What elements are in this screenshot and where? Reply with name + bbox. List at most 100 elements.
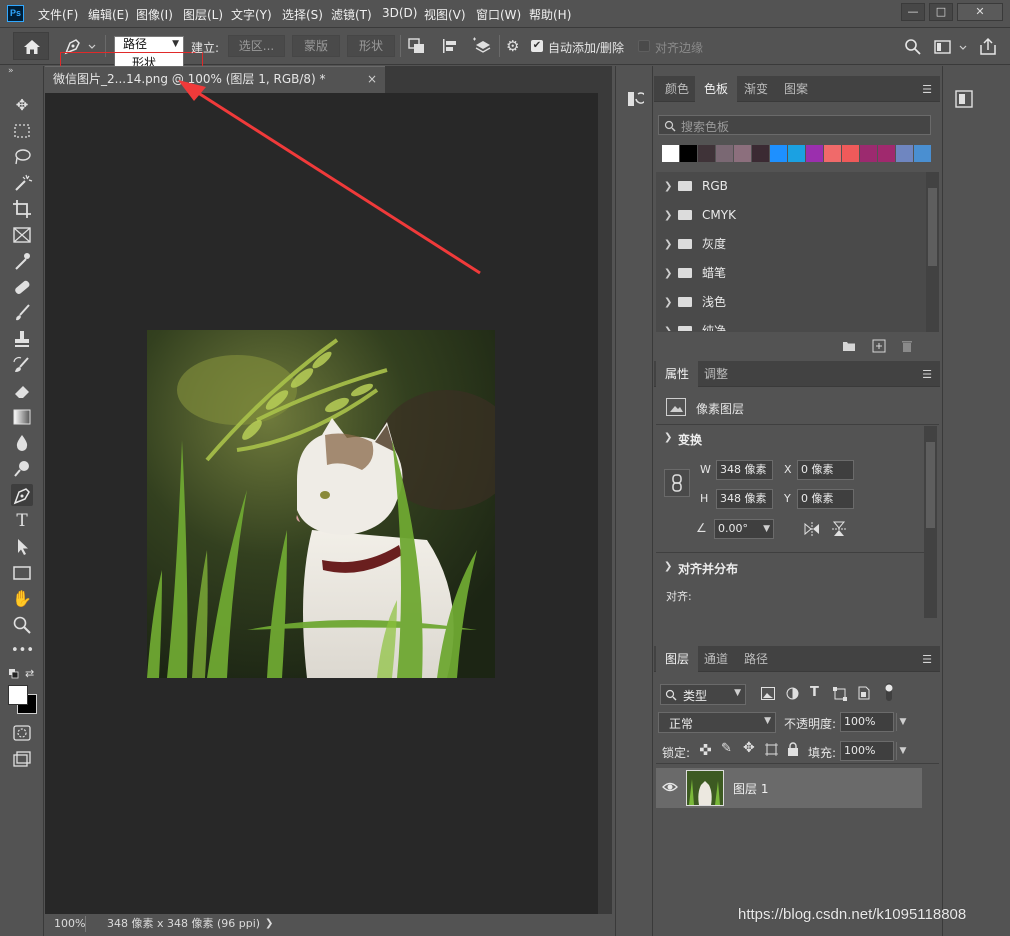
color-swatch[interactable] bbox=[752, 145, 769, 162]
chevron-down-icon[interactable]: ❯ bbox=[664, 432, 672, 443]
swatch-search-field[interactable]: 搜索色板 bbox=[658, 115, 931, 135]
menu-image[interactable]: 图像(I) bbox=[136, 6, 173, 23]
menu-type[interactable]: 文字(Y) bbox=[231, 6, 272, 23]
color-swatch[interactable] bbox=[860, 145, 877, 162]
new-swatch-icon[interactable] bbox=[872, 339, 886, 353]
color-swatch[interactable] bbox=[662, 145, 679, 162]
height-field[interactable]: 348 像素 bbox=[716, 489, 773, 509]
tab-color[interactable]: 颜色 bbox=[656, 76, 698, 102]
flip-horizontal-button[interactable] bbox=[804, 522, 820, 536]
chevron-down-icon[interactable]: ❯ bbox=[664, 561, 672, 572]
filter-smart-object-icon[interactable] bbox=[858, 686, 870, 700]
menu-filter[interactable]: 滤镜(T) bbox=[331, 6, 372, 23]
swatch-group-row[interactable]: ❯ RGB bbox=[658, 172, 924, 201]
properties-scrollbar[interactable] bbox=[924, 426, 937, 618]
path-operations-button[interactable] bbox=[408, 38, 426, 54]
panel-menu-icon[interactable]: ☰ bbox=[922, 83, 932, 96]
color-swatch[interactable] bbox=[914, 145, 931, 162]
panel-menu-icon[interactable]: ☰ bbox=[922, 368, 932, 381]
tab-gradients[interactable]: 渐变 bbox=[735, 76, 777, 102]
align-distribute-header[interactable]: 对齐并分布 bbox=[678, 560, 738, 577]
lock-pixels-icon[interactable]: ✎ bbox=[721, 741, 732, 756]
tool-mode-select[interactable]: 路径 ▼ bbox=[114, 36, 184, 53]
color-swatch[interactable] bbox=[824, 145, 841, 162]
quick-mask-icon[interactable] bbox=[11, 722, 33, 744]
layer-filter-select[interactable]: 类型 ▼ bbox=[660, 684, 746, 705]
swatch-group-row[interactable]: ❯ 蜡笔 bbox=[658, 259, 924, 288]
blend-mode-select[interactable]: 正常 ▼ bbox=[658, 712, 776, 733]
magic-wand-tool-icon[interactable] bbox=[11, 172, 33, 194]
brush-tool-icon[interactable] bbox=[11, 302, 33, 324]
auto-add-delete-checkbox[interactable]: ✔ bbox=[531, 40, 543, 52]
blur-tool-icon[interactable] bbox=[11, 432, 33, 454]
color-swatch[interactable] bbox=[788, 145, 805, 162]
lock-all-icon[interactable] bbox=[787, 742, 799, 756]
layer-name[interactable]: 图层 1 bbox=[733, 780, 768, 797]
swatch-group-row[interactable]: ❯ 浅色 bbox=[658, 288, 924, 317]
scrollbar-thumb[interactable] bbox=[926, 442, 935, 528]
make-shape-button[interactable]: 形状 bbox=[347, 35, 395, 57]
screen-mode-icon[interactable] bbox=[11, 748, 33, 770]
swatch-group-row[interactable]: ❯ 纯净 bbox=[658, 317, 924, 332]
marquee-tool-icon[interactable] bbox=[11, 120, 33, 142]
history-brush-tool-icon[interactable] bbox=[11, 354, 33, 376]
transform-header[interactable]: 变换 bbox=[678, 431, 702, 448]
x-position-field[interactable]: 0 像素 bbox=[797, 460, 854, 480]
eyedropper-tool-icon[interactable] bbox=[11, 250, 33, 272]
menu-edit[interactable]: 编辑(E) bbox=[88, 6, 129, 23]
menu-3d[interactable]: 3D(D) bbox=[382, 6, 417, 20]
filter-shape-icon[interactable] bbox=[833, 687, 847, 701]
filter-toggle[interactable] bbox=[884, 683, 894, 701]
make-mask-button[interactable]: 蒙版 bbox=[292, 35, 340, 57]
close-window-button[interactable]: ✕ bbox=[957, 3, 1003, 21]
eye-icon[interactable] bbox=[662, 781, 678, 793]
tab-properties[interactable]: 属性 bbox=[656, 361, 699, 387]
menu-help[interactable]: 帮助(H) bbox=[529, 6, 571, 23]
tab-layers[interactable]: 图层 bbox=[656, 646, 699, 672]
move-tool-icon[interactable]: ✥ bbox=[11, 94, 33, 116]
swap-colors-icon[interactable]: ⇄ bbox=[25, 667, 34, 680]
tab-paths[interactable]: 路径 bbox=[735, 646, 777, 672]
lock-position-icon[interactable]: ✥ bbox=[743, 740, 755, 756]
y-position-field[interactable]: 0 像素 bbox=[797, 489, 854, 509]
healing-brush-tool-icon[interactable] bbox=[11, 276, 33, 298]
lock-artboard-icon[interactable] bbox=[765, 743, 778, 756]
make-selection-button[interactable]: 选区... bbox=[228, 35, 285, 57]
menu-layer[interactable]: 图层(L) bbox=[183, 6, 223, 23]
maximize-button[interactable]: □ bbox=[929, 3, 953, 21]
history-panel-icon[interactable] bbox=[626, 90, 647, 108]
color-swatch[interactable] bbox=[734, 145, 751, 162]
tab-channels[interactable]: 通道 bbox=[695, 646, 737, 672]
lasso-tool-icon[interactable] bbox=[11, 146, 33, 168]
eraser-tool-icon[interactable] bbox=[11, 380, 33, 402]
menu-view[interactable]: 视图(V) bbox=[424, 6, 466, 23]
swatch-list-scrollbar[interactable] bbox=[926, 172, 939, 332]
link-dimensions-button[interactable] bbox=[664, 469, 690, 497]
dodge-tool-icon[interactable] bbox=[11, 458, 33, 480]
scrollbar-thumb[interactable] bbox=[928, 188, 937, 266]
tab-patterns[interactable]: 图案 bbox=[775, 76, 817, 102]
search-button[interactable] bbox=[904, 38, 922, 56]
chevron-right-icon[interactable]: ❯ bbox=[265, 914, 273, 934]
color-swatch[interactable] bbox=[878, 145, 895, 162]
color-swatch[interactable] bbox=[806, 145, 823, 162]
pen-tool-icon[interactable] bbox=[11, 484, 33, 506]
fill-field[interactable]: 100% ▼ bbox=[840, 741, 906, 761]
color-swatch[interactable] bbox=[842, 145, 859, 162]
swatch-group-row[interactable]: ❯ CMYK bbox=[658, 201, 924, 230]
color-swatch[interactable] bbox=[698, 145, 715, 162]
crop-tool-icon[interactable] bbox=[11, 198, 33, 220]
new-group-icon[interactable] bbox=[842, 340, 856, 352]
panel-menu-icon[interactable]: ☰ bbox=[922, 653, 932, 666]
workspace-switcher[interactable] bbox=[934, 38, 968, 56]
filter-type-icon[interactable]: T bbox=[810, 685, 819, 700]
more-tools-icon[interactable]: ••• bbox=[11, 640, 34, 662]
tab-swatches[interactable]: 色板 bbox=[695, 76, 738, 102]
path-alignment-button[interactable] bbox=[441, 38, 459, 54]
width-field[interactable]: 348 像素 bbox=[716, 460, 773, 480]
align-edges-checkbox[interactable] bbox=[638, 40, 650, 52]
collapse-toolbar-icon[interactable]: » bbox=[8, 66, 14, 76]
menu-file[interactable]: 文件(F) bbox=[38, 6, 78, 23]
vertical-scrollbar[interactable] bbox=[598, 93, 612, 914]
zoom-tool-icon[interactable] bbox=[11, 614, 33, 636]
